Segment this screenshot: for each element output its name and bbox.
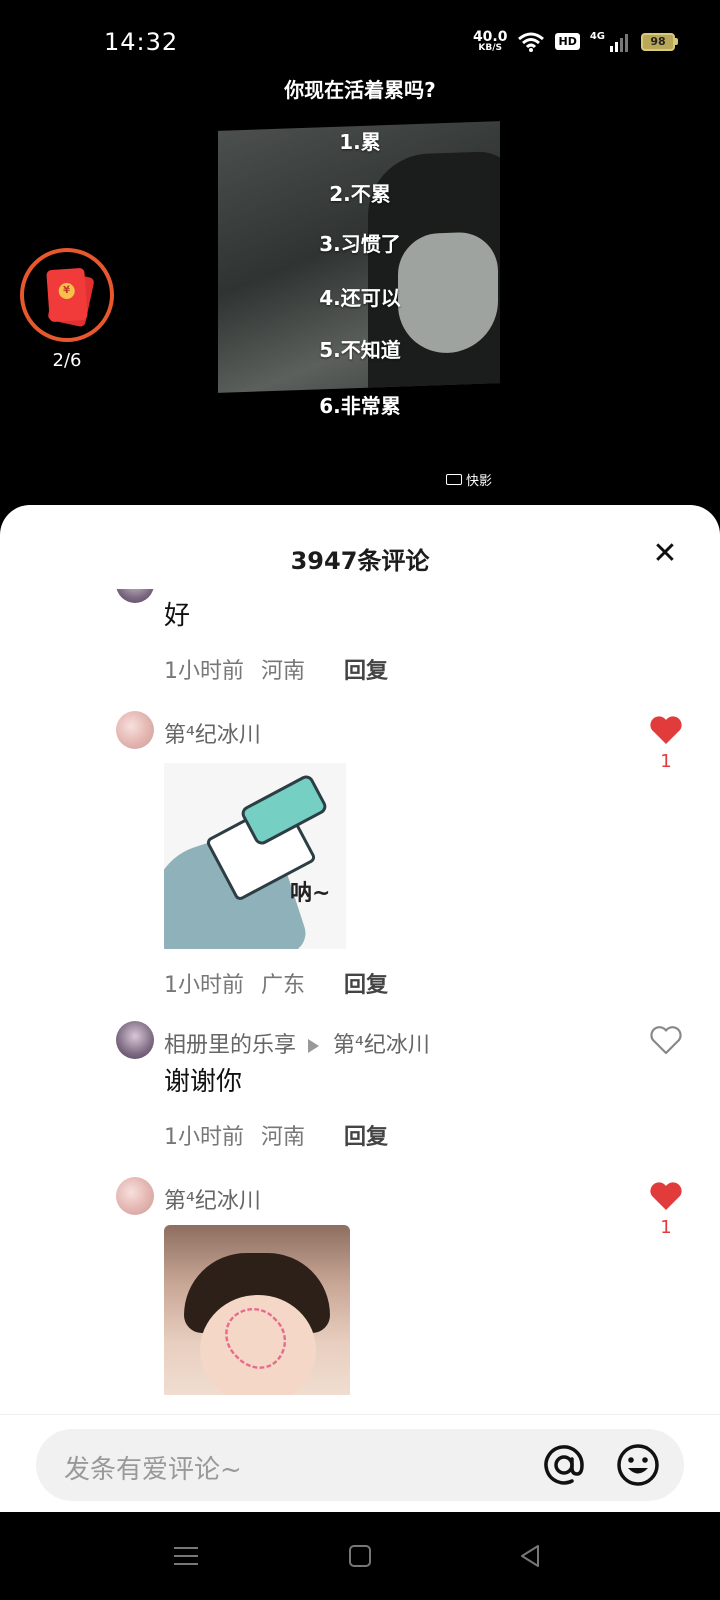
avatar[interactable]	[116, 589, 154, 603]
watermark-text: 快影	[466, 474, 493, 489]
comment-location: 河南	[261, 659, 306, 684]
home-icon[interactable]	[342, 1538, 378, 1574]
signal-icon	[610, 33, 628, 52]
kuaiying-watermark: 快影	[446, 470, 492, 489]
avatar[interactable]	[116, 1021, 154, 1059]
like-button[interactable]: 1	[646, 715, 686, 772]
comment-username-text[interactable]: 相册里的乐享	[164, 1033, 296, 1058]
red-packet-progress: 2/6	[52, 350, 82, 371]
reply-button[interactable]: 回复	[344, 659, 388, 684]
network-speed: 40.0 KB/S	[473, 30, 508, 53]
comment-meta: 1小时前 河南 回复	[164, 1119, 388, 1151]
avatar[interactable]	[116, 711, 154, 749]
comment-time: 1小时前	[164, 973, 244, 998]
reply-to-username[interactable]: 第⁴纪冰川	[333, 1033, 430, 1058]
heart-filled-icon	[650, 716, 682, 744]
comment-input[interactable]: 发条有爱评论~	[36, 1429, 684, 1501]
emoji-icon[interactable]	[614, 1441, 662, 1489]
sticker-image[interactable]	[164, 1225, 350, 1395]
video-question: 你现在活着累吗?	[284, 78, 436, 102]
like-button[interactable]: 1	[646, 1181, 686, 1238]
status-bar: 14:32 40.0 KB/S HD 4G 98	[0, 0, 720, 80]
comment-text: 谢谢你	[164, 1067, 243, 1097]
comment-time: 1小时前	[164, 1125, 244, 1150]
comment-input-bar: 发条有爱评论~	[0, 1414, 720, 1512]
comment-meta: 1小时前 广东 回复	[164, 967, 388, 999]
back-icon[interactable]	[512, 1538, 548, 1574]
heart-outline-icon[interactable]	[646, 1025, 686, 1055]
comments-sheet: 3947条评论 ✕ 好 1小时前 河南 回复 第⁴纪冰川 1 呐~ 1小时前 广…	[0, 505, 720, 1512]
video-option: 1.累	[339, 130, 381, 154]
comment-text: 好	[164, 601, 191, 631]
comment-location: 河南	[261, 1125, 306, 1150]
comment-input-placeholder: 发条有爱评论~	[64, 1455, 242, 1485]
red-packet-button[interactable]: ¥	[20, 248, 114, 342]
video-option: 3.习惯了	[319, 232, 401, 256]
heart-filled-icon	[650, 1182, 682, 1210]
reply-button[interactable]: 回复	[344, 973, 388, 998]
comment-time: 1小时前	[164, 659, 244, 684]
network-speed-unit: KB/S	[478, 43, 503, 53]
status-icons: 40.0 KB/S HD 4G 98	[473, 30, 678, 53]
like-count: 1	[660, 751, 672, 772]
comment-username: 相册里的乐享 第⁴纪冰川	[164, 1027, 430, 1059]
status-time: 14:32	[104, 28, 179, 56]
comments-count-title: 3947条评论	[290, 547, 430, 575]
video-option: 6.非常累	[319, 394, 401, 418]
comment-username[interactable]: 第⁴纪冰川	[164, 717, 261, 749]
mention-icon[interactable]	[540, 1441, 588, 1489]
comment-meta: 1小时前 河南 回复	[164, 653, 388, 685]
like-count: 1	[660, 1217, 672, 1238]
close-button[interactable]: ✕	[650, 539, 680, 569]
video-option: 2.不累	[329, 182, 391, 206]
hd-badge: HD	[555, 33, 580, 50]
avatar[interactable]	[116, 1177, 154, 1215]
sticker-image[interactable]: 呐~	[164, 763, 346, 949]
comment-username[interactable]: 第⁴纪冰川	[164, 1183, 261, 1215]
battery-icon: 98	[641, 32, 678, 51]
comment-location: 广东	[261, 973, 306, 998]
sticker-caption: 呐~	[290, 881, 331, 906]
signal-type-label: 4G	[589, 31, 605, 42]
menu-icon[interactable]	[168, 1538, 204, 1574]
battery-level: 98	[641, 32, 675, 51]
reply-button[interactable]: 回复	[344, 1125, 388, 1150]
red-envelope-icon: ¥	[46, 267, 88, 323]
wifi-icon	[518, 32, 545, 52]
system-nav-bar	[0, 1512, 720, 1600]
coin-icon: ¥	[58, 282, 76, 300]
comments-list[interactable]: 好 1小时前 河南 回复 第⁴纪冰川 1 呐~ 1小时前 广东 回复 相册里的乐…	[0, 589, 720, 1402]
reply-arrow-icon	[308, 1039, 320, 1053]
video-camera-icon	[446, 474, 462, 485]
network-speed-value: 40.0	[472, 29, 508, 45]
